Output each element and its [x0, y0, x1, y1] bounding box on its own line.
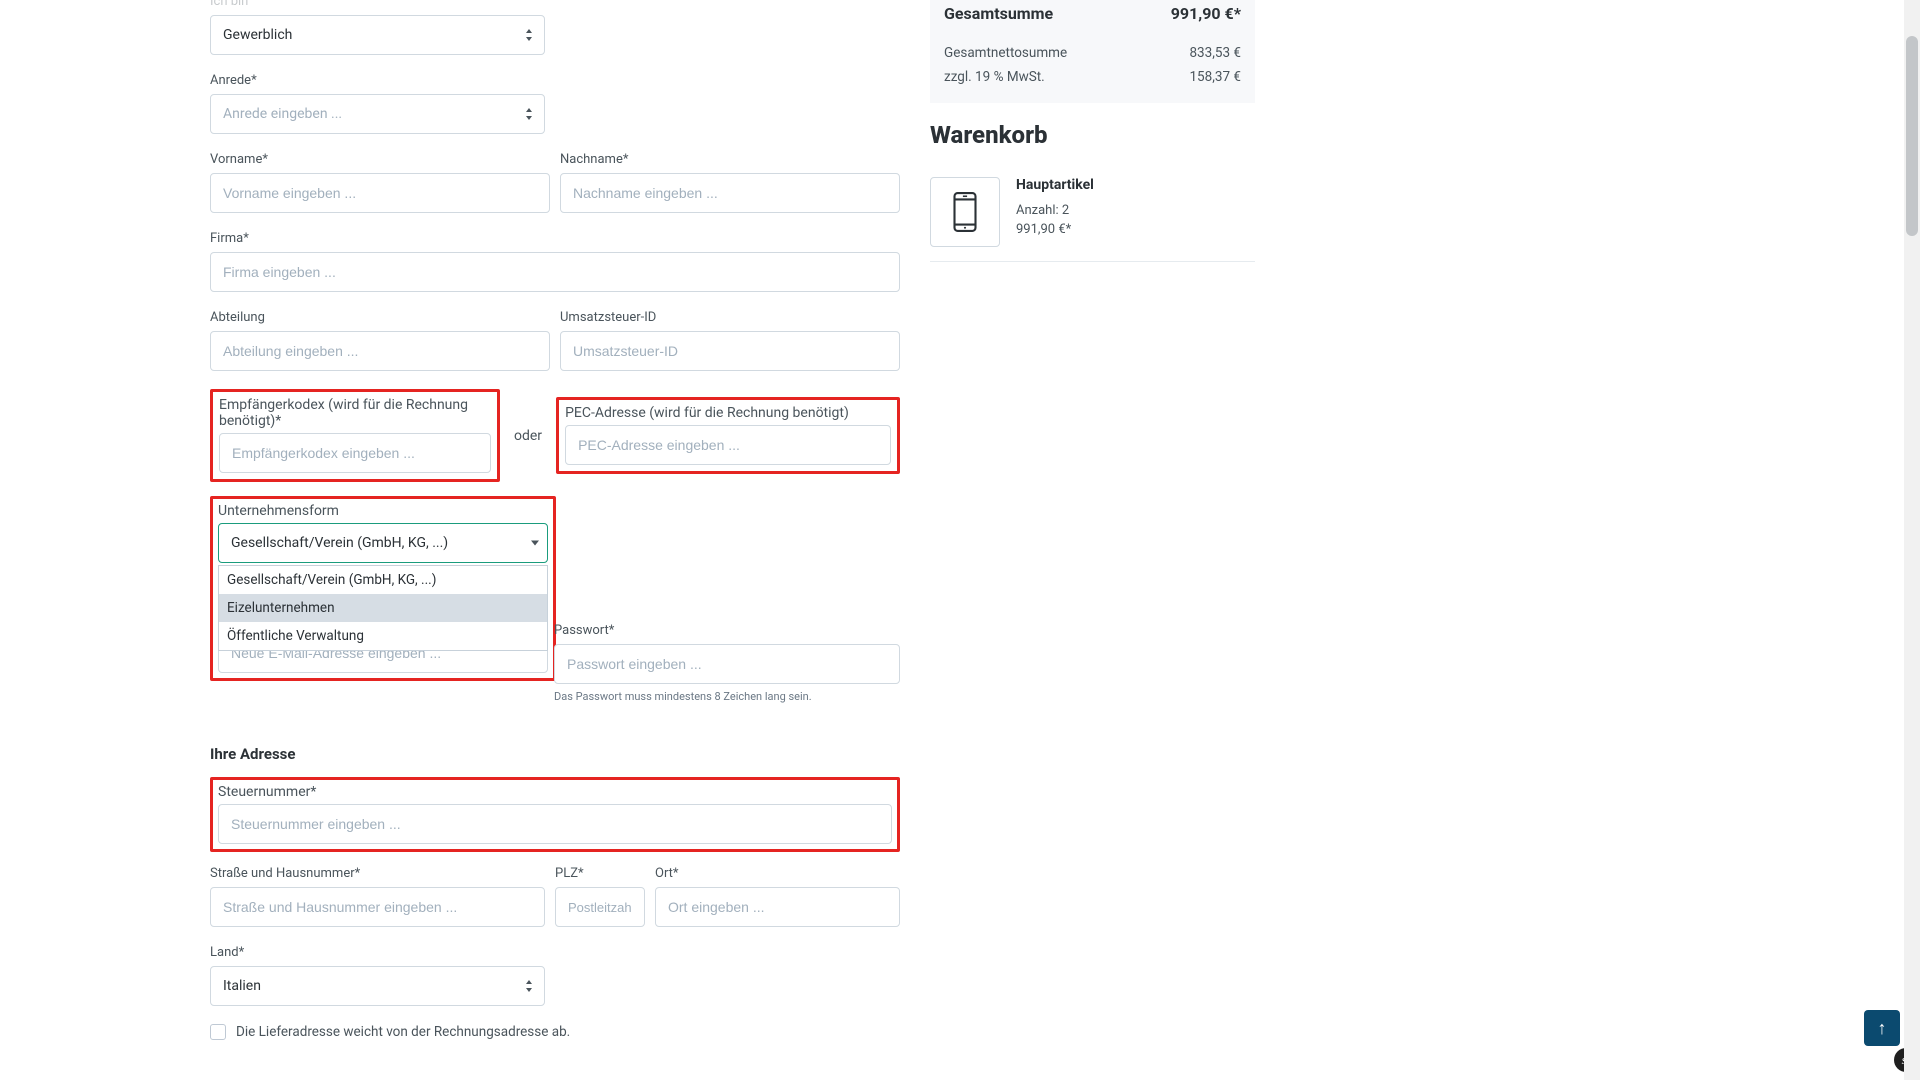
utf-option-1[interactable]: Eizelunternehmen	[219, 594, 547, 622]
phone-icon	[952, 191, 978, 233]
ich-bin-select[interactable]: Gewerblich	[210, 15, 545, 55]
diff-shipping-label: Die Lieferadresse weicht von der Rechnun…	[236, 1024, 570, 1040]
passwort-input[interactable]	[554, 644, 900, 684]
strasse-label: Straße und Hausnummer*	[210, 866, 545, 881]
pec-label: PEC-Adresse (wird für die Rechnung benöt…	[565, 405, 891, 421]
empfaenger-label: Empfängerkodex (wird für die Rechnung be…	[219, 397, 491, 429]
cart-item-qty: Anzahl: 2	[1016, 203, 1255, 218]
chevron-down-icon	[531, 541, 539, 546]
updown-icon	[524, 979, 534, 993]
land-value: Italien	[223, 978, 261, 994]
utf-option-2[interactable]: Öffentliche Verwaltung	[219, 622, 547, 650]
anrede-label: Anrede*	[210, 73, 545, 88]
diff-shipping-checkbox[interactable]	[210, 1024, 226, 1040]
passwort-hint: Das Passwort muss mindestens 8 Zeichen l…	[554, 690, 900, 703]
oder-label: oder	[514, 428, 542, 444]
cart-item-price: 991,90 €*	[1016, 222, 1255, 237]
utf-select[interactable]: Gesellschaft/Verein (GmbH, KG, ...) Gese…	[218, 523, 548, 563]
plz-input[interactable]	[555, 887, 645, 927]
utf-option-0[interactable]: Gesellschaft/Verein (GmbH, KG, ...)	[219, 566, 547, 594]
firma-label: Firma*	[210, 231, 900, 246]
ihre-adresse-heading: Ihre Adresse	[210, 745, 900, 763]
vat-value: 158,37 €	[1189, 69, 1241, 85]
anrede-select[interactable]: Anrede eingeben ...	[210, 94, 545, 134]
steuer-label: Steuernummer*	[218, 784, 892, 800]
scrollbar[interactable]	[1904, 0, 1920, 1080]
strasse-input[interactable]	[210, 887, 545, 927]
ich-bin-value: Gewerblich	[223, 27, 292, 43]
pec-input[interactable]	[565, 425, 891, 465]
net-value: 833,53 €	[1189, 45, 1241, 61]
land-select[interactable]: Italien	[210, 966, 545, 1006]
nachname-input[interactable]	[560, 173, 900, 213]
updown-icon	[524, 28, 534, 42]
cart-title: Warenkorb	[930, 121, 1255, 149]
ort-input[interactable]	[655, 887, 900, 927]
product-thumb	[930, 177, 1000, 247]
ich-bin-label: Ich bin	[210, 0, 545, 9]
net-label: Gesamtnettosumme	[944, 45, 1067, 61]
vorname-label: Vorname*	[210, 152, 550, 167]
abteilung-label: Abteilung	[210, 310, 550, 325]
land-label: Land*	[210, 945, 545, 960]
scroll-top-button[interactable]: ↑	[1864, 1010, 1900, 1046]
vorname-input[interactable]	[210, 173, 550, 213]
total-label: Gesamtsumme	[944, 4, 1053, 23]
ust-input[interactable]	[560, 331, 900, 371]
cart-item: Hauptartikel Anzahl: 2 991,90 €*	[930, 163, 1255, 262]
utf-value: Gesellschaft/Verein (GmbH, KG, ...)	[231, 535, 448, 551]
plz-label: PLZ*	[555, 866, 645, 881]
anrede-placeholder: Anrede eingeben ...	[223, 106, 342, 122]
total-value: 991,90 €*	[1171, 4, 1241, 23]
steuer-input[interactable]	[218, 804, 892, 844]
cart-item-name: Hauptartikel	[1016, 177, 1255, 193]
nachname-label: Nachname*	[560, 152, 900, 167]
utf-dropdown: Gesellschaft/Verein (GmbH, KG, ...) Eize…	[218, 565, 548, 651]
utf-label: Unternehmensform	[218, 503, 548, 519]
arrow-up-icon: ↑	[1878, 1018, 1887, 1039]
ust-label: Umsatzsteuer-ID	[560, 310, 900, 325]
ort-label: Ort*	[655, 866, 900, 881]
empfaenger-input[interactable]	[219, 433, 491, 473]
order-summary: Gesamtsumme 991,90 €* Gesamtnettosumme 8…	[930, 0, 1255, 103]
firma-input[interactable]	[210, 252, 900, 292]
vat-label: zzgl. 19 % MwSt.	[944, 69, 1045, 85]
updown-icon	[524, 107, 534, 121]
scrollbar-thumb[interactable]	[1906, 36, 1918, 236]
abteilung-input[interactable]	[210, 331, 550, 371]
passwort-label: Passwort*	[554, 623, 900, 638]
